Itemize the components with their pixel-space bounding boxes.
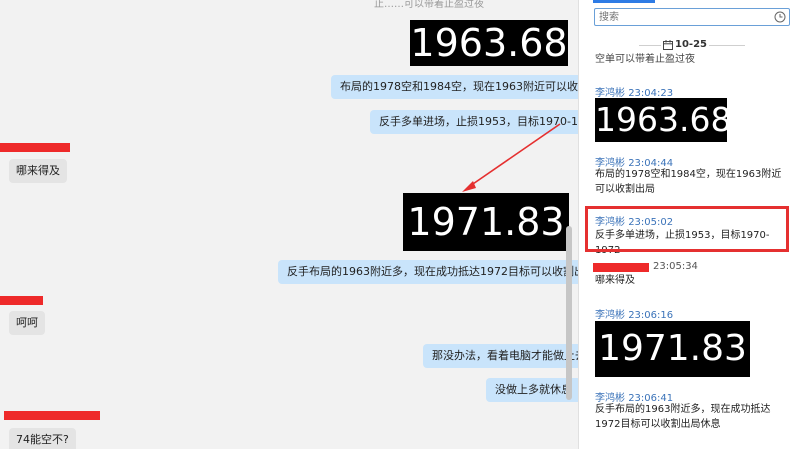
- separator-line: [639, 45, 661, 46]
- search-input[interactable]: [595, 9, 765, 25]
- price-image-value: 1963.68: [595, 100, 727, 139]
- chat-scrollbar[interactable]: [566, 226, 572, 400]
- message-bubble[interactable]: 没做上多就休息: [486, 378, 578, 402]
- history-price-image[interactable]: 1963.68: [595, 98, 727, 142]
- history-sender: 李鸿彬 23:06:16: [595, 306, 673, 321]
- calendar-icon: [663, 40, 673, 50]
- redacted-sender: [4, 411, 100, 420]
- message-bubble[interactable]: 反手布局的1963附近多，现在成功抵达1972目标可以收割出局休息: [278, 260, 578, 284]
- price-image-value: 1971.83: [598, 328, 747, 369]
- search-box[interactable]: [594, 8, 790, 26]
- message-bubble[interactable]: 那没办法，看着电脑才能做上去: [423, 344, 578, 368]
- highlight-box: [585, 206, 789, 252]
- clipped-history-text: 空单可以带着止盈过夜: [595, 54, 695, 65]
- price-image[interactable]: 1963.68: [410, 20, 568, 66]
- separator-line: [709, 45, 745, 46]
- history-text: 布局的1978空和1984空，现在1963附近可以收割出局: [595, 169, 782, 195]
- price-image-value: 1971.83: [407, 200, 565, 244]
- message-bubble[interactable]: 74能空不?: [9, 428, 76, 449]
- redacted-sender: [0, 143, 70, 152]
- message-bubble[interactable]: 呵呵: [9, 311, 45, 335]
- history-text: 哪来得及: [595, 275, 635, 286]
- date-label: 10-25: [675, 39, 707, 50]
- history-panel: 10-25 空单可以带着止盈过夜 李鸿彬 23:04:23 1963.68 李鸿…: [578, 0, 800, 449]
- history-text: 反手布局的1963附近多，现在成功抵达1972目标可以收割出局休息: [595, 404, 771, 430]
- active-tab-indicator: [593, 0, 655, 3]
- date-separator: 10-25: [579, 38, 800, 52]
- sender-name: 李鸿彬: [595, 310, 625, 321]
- message-bubble[interactable]: 哪来得及: [9, 159, 67, 183]
- clipped-message: 止……可以带着止盈过夜: [374, 0, 484, 10]
- message-time: 23:06:16: [628, 310, 674, 321]
- clock-icon[interactable]: [774, 11, 786, 23]
- redacted-sender: [0, 296, 43, 305]
- chat-pane[interactable]: 止……可以带着止盈过夜 1963.68 布局的1978空和1984空，现在196…: [0, 0, 578, 449]
- message-bubble[interactable]: 布局的1978空和1984空，现在1963附近可以收割出局: [331, 75, 578, 99]
- price-image-value: 1963.68: [410, 21, 568, 65]
- history-sender: 李鸿彬 23:04:23: [595, 84, 673, 99]
- history-price-image[interactable]: 1971.83: [595, 321, 750, 377]
- message-bubble[interactable]: 反手多单进场，止损1953，目标1970-1972: [370, 110, 578, 134]
- redacted-sender: [593, 263, 649, 272]
- message-time: 23:05:34: [653, 261, 698, 272]
- price-image[interactable]: 1971.83: [403, 193, 569, 251]
